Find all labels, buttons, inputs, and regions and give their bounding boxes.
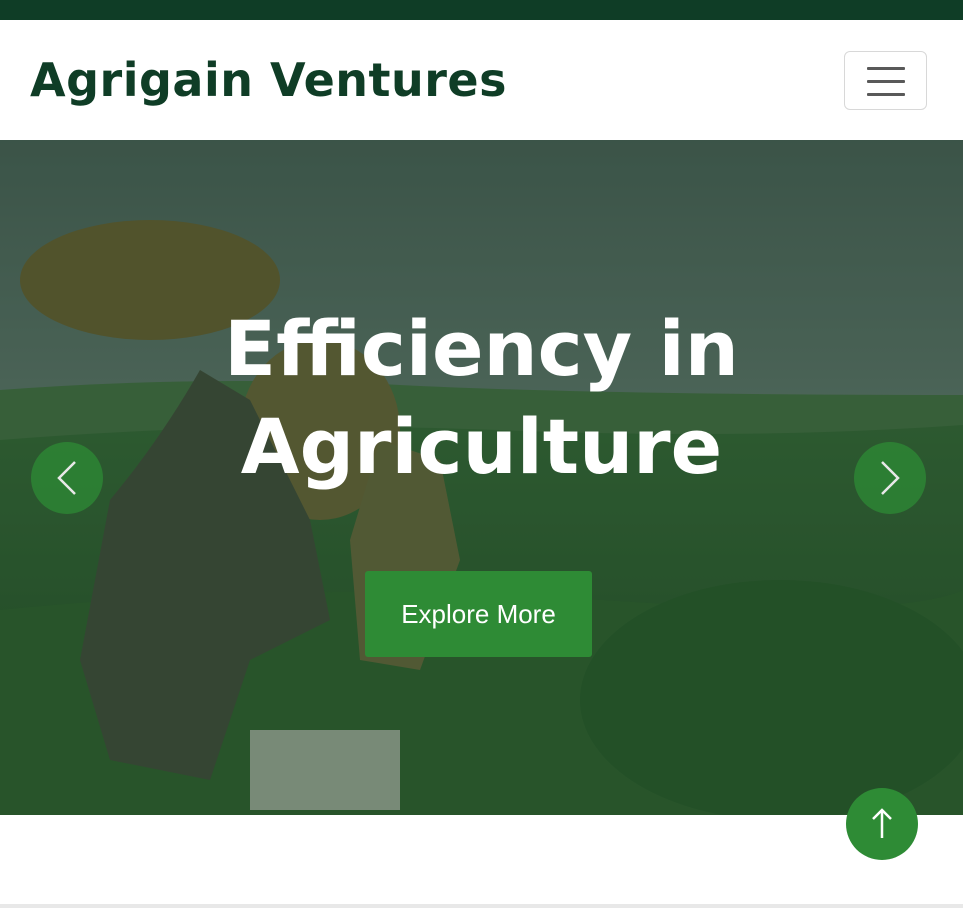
hero-headline: Efficiency in Agriculture [0, 300, 963, 496]
carousel-prev-button[interactable] [31, 442, 103, 514]
hero-carousel: Efficiency in Agriculture Explore More [0, 140, 963, 815]
carousel-next-button[interactable] [854, 442, 926, 514]
divider [0, 904, 963, 908]
hamburger-menu-icon-bar [867, 93, 905, 96]
hero-headline-line1: Efficiency in [224, 304, 739, 393]
top-bar [0, 0, 963, 20]
chevron-right-icon [881, 461, 900, 495]
chevron-left-icon [57, 461, 76, 495]
back-to-top-button[interactable] [846, 788, 918, 860]
navbar-toggler-button[interactable] [844, 51, 927, 110]
hero-headline-line2: Agriculture [240, 402, 723, 491]
hamburger-menu-icon [867, 67, 905, 70]
explore-more-button[interactable]: Explore More [365, 571, 592, 657]
navbar: Agrigain Ventures [0, 20, 963, 140]
brand-logo[interactable]: Agrigain Ventures [30, 50, 507, 110]
hamburger-menu-icon-bar [867, 80, 905, 83]
arrow-up-icon [872, 808, 892, 838]
